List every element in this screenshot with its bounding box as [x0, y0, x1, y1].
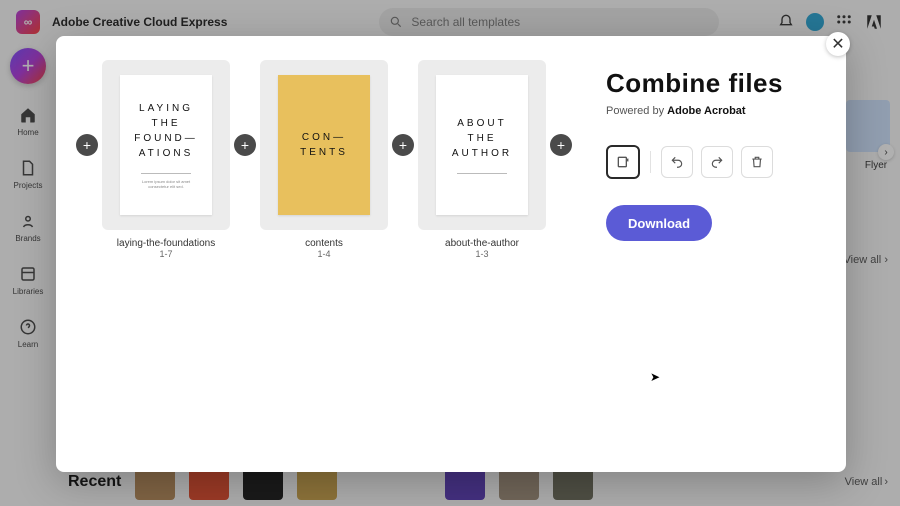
file-cover-text: LAYINGTHEFOUND—ATIONS: [134, 101, 198, 161]
file-page-range: 1-7: [159, 249, 172, 259]
undo-icon: [670, 155, 684, 169]
file-item[interactable]: LAYINGTHEFOUND—ATIONS Lorem ipsum dolor …: [102, 60, 230, 448]
file-cover-text: CON—TENTS: [300, 130, 348, 160]
file-name: contents: [305, 238, 343, 249]
insert-between-button[interactable]: +: [234, 134, 256, 156]
insert-between-button[interactable]: +: [392, 134, 414, 156]
close-button[interactable]: ✕: [826, 32, 850, 56]
modal-sidebar: Combine files Powered by Adobe Acrobat: [586, 36, 846, 472]
delete-button[interactable]: [741, 146, 773, 178]
file-page-range: 1-4: [317, 249, 330, 259]
file-page-range: 1-3: [475, 249, 488, 259]
download-button[interactable]: Download: [606, 205, 712, 241]
redo-button[interactable]: [701, 146, 733, 178]
powered-by: Powered by Adobe Acrobat: [606, 105, 818, 117]
file-item[interactable]: ABOUTTHEAUTHOR about-the-author 1-3: [418, 60, 546, 448]
trash-icon: [750, 155, 764, 169]
combine-files-modal: ✕ + LAYINGTHEFOUND—ATIONS Lorem ipsum do…: [56, 36, 846, 472]
rotate-icon: [615, 154, 631, 170]
insert-before-button[interactable]: +: [76, 134, 98, 156]
file-name: laying-the-foundations: [117, 238, 215, 249]
toolbar-separator: [650, 151, 651, 173]
app-root: ∞ Adobe Creative Cloud Express Search al…: [0, 0, 900, 506]
insert-after-button[interactable]: +: [550, 134, 572, 156]
file-item[interactable]: CON—TENTS contents 1-4: [260, 60, 388, 448]
file-name: about-the-author: [445, 238, 519, 249]
close-icon: ✕: [831, 34, 844, 54]
file-list: + LAYINGTHEFOUND—ATIONS Lorem ipsum dolo…: [56, 36, 586, 472]
file-cover-text: ABOUTTHEAUTHOR: [452, 116, 512, 161]
undo-button[interactable]: [661, 146, 693, 178]
rotate-button[interactable]: [606, 145, 640, 179]
modal-title: Combine files: [606, 68, 818, 99]
redo-icon: [710, 155, 724, 169]
toolbar: [606, 145, 818, 179]
